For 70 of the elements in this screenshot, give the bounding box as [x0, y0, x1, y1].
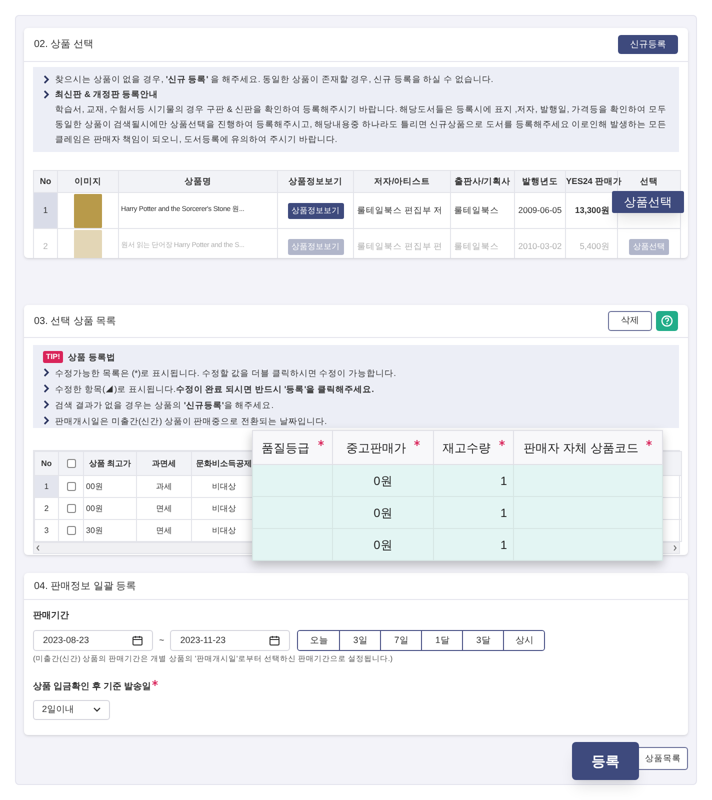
- checkbox[interactable]: [66, 482, 76, 491]
- section-title: 04. 판매정보 일괄 등록: [34, 580, 136, 594]
- notice-text: 학습서, 교재, 수험서등 시기물의 경우 구판 & 신판을 확인하여 등록해주시기 바랍니다. 해당도서들은 등록시에 표지 ,저자, 발행일, 가격등을 확인하여 모두 동일한 상품이 검색될시에만 상품선택을 진행하여 등록해주시고, 해당내용중 하나라도 틀리면 신규상품으로 도서를 등록해주세요 이로인해 발생하는 모든 클레임은 판매자 책임이 되오니, 도서등록에 유의하여 주시기 바랍니다.: [54, 103, 668, 146]
- column-header: 중고판매가: [346, 440, 406, 456]
- tip-text: 판매개시일은 미출간(신간) 상품이 판매중으로 전환되는 날짜입니다.: [55, 415, 327, 428]
- product-info-button[interactable]: 상품정보보기: [288, 202, 344, 218]
- notice-text: 찾으시는 상품이 없을 경우, '신규 등록' 을 해주세요. 동일한 상품이 존재할 경우, 신규 등록을 하실 수 없습니다.: [55, 73, 494, 86]
- help-icon: [661, 315, 673, 327]
- column-header: 과면세: [136, 452, 192, 476]
- field-label: 상품 입금확인 후 기준 발송일: [33, 680, 152, 694]
- table-cell: 00원: [84, 498, 136, 520]
- help-button[interactable]: [656, 311, 678, 331]
- column-header: 저자/아티스트: [354, 170, 450, 192]
- column-header: 판매자 자체 상품코드: [524, 440, 638, 456]
- table-cell: 3: [34, 520, 58, 542]
- table-cell: 2: [34, 228, 58, 258]
- calendar-icon[interactable]: [269, 635, 280, 646]
- asterisk-icon: [414, 440, 420, 446]
- field-label: 판매기간: [33, 609, 70, 622]
- asterisk-icon: [498, 440, 504, 446]
- column-header: 재고수량: [442, 440, 490, 456]
- new-register-button[interactable]: 신규등록: [618, 35, 678, 54]
- tip-title: 상품 등록법: [68, 351, 116, 364]
- asterisk-icon: [318, 440, 324, 446]
- tilde-text: ~: [159, 634, 164, 647]
- checkbox[interactable]: [66, 458, 76, 468]
- photo-placeholder: [74, 230, 102, 258]
- table-cell: 2: [34, 498, 58, 520]
- table-cell: 룰테일북스 편집부 저: [354, 192, 450, 228]
- tip-text: 수정한 항목(◢)로 표시됩니다.수정이 완료 되시면 반드시 '등록'을 클릭해주세요.: [55, 383, 374, 396]
- calendar-icon[interactable]: [132, 635, 143, 646]
- checkbox[interactable]: [66, 526, 76, 535]
- table-cell: 면세: [136, 498, 192, 520]
- register-button[interactable]: 등록: [572, 742, 639, 780]
- section-title: 03. 선택 상품 목록: [34, 314, 116, 328]
- tip-text: 수정가능한 목록은 (*)로 표시됩니다. 수정할 값을 더블 클릭하시면 수정이 가능합니다.: [55, 367, 396, 380]
- delete-button[interactable]: 삭제: [608, 311, 652, 331]
- table-cell: 0원: [332, 528, 434, 560]
- column-header: No: [34, 170, 58, 192]
- table-cell: 1: [34, 476, 58, 498]
- column-header: 상품정보보기: [278, 170, 354, 192]
- tip-text: 검색 결과가 없을 경우는 상품의 '신규등록'을 해주세요.: [55, 399, 274, 412]
- column-header: 품질등급: [262, 440, 310, 456]
- period-button[interactable]: 상시: [503, 631, 544, 650]
- table-cell: 00원: [84, 476, 136, 498]
- ship-day-dropdown[interactable]: 2일이내: [33, 700, 110, 720]
- section-title: 02. 상품 선택: [34, 38, 94, 52]
- asterisk-icon: [646, 440, 652, 446]
- table-cell: 과세: [136, 476, 192, 498]
- column-header: 상품명: [118, 170, 278, 192]
- scroll-right-icon[interactable]: [673, 545, 677, 551]
- product-list-button[interactable]: 상품목록: [639, 747, 688, 770]
- column-header: 발행년도: [514, 170, 566, 192]
- column-header: No: [34, 452, 58, 476]
- photo-placeholder: [74, 194, 102, 228]
- select-button[interactable]: 상품선택: [612, 191, 684, 213]
- date-field[interactable]: 2023-11-23: [170, 630, 290, 651]
- column-header: 상품 최고가: [84, 452, 136, 476]
- column-header: 이미지: [58, 170, 118, 192]
- table-cell: 룰테일북스: [450, 192, 514, 228]
- checkbox[interactable]: [66, 504, 76, 513]
- table-cell: 2009-06-05: [514, 192, 566, 228]
- table-cell: 1: [34, 192, 58, 228]
- table-cell: 1: [434, 528, 514, 560]
- scroll-left-icon[interactable]: [36, 545, 40, 551]
- chevron-down-icon: [93, 707, 101, 712]
- asterisk-icon: [152, 680, 158, 686]
- column-header: 출판사/기획사: [450, 170, 514, 192]
- date-field[interactable]: 2023-08-23: [33, 630, 153, 651]
- notice-heading: 최신판 & 개정판 등록안내: [55, 88, 158, 101]
